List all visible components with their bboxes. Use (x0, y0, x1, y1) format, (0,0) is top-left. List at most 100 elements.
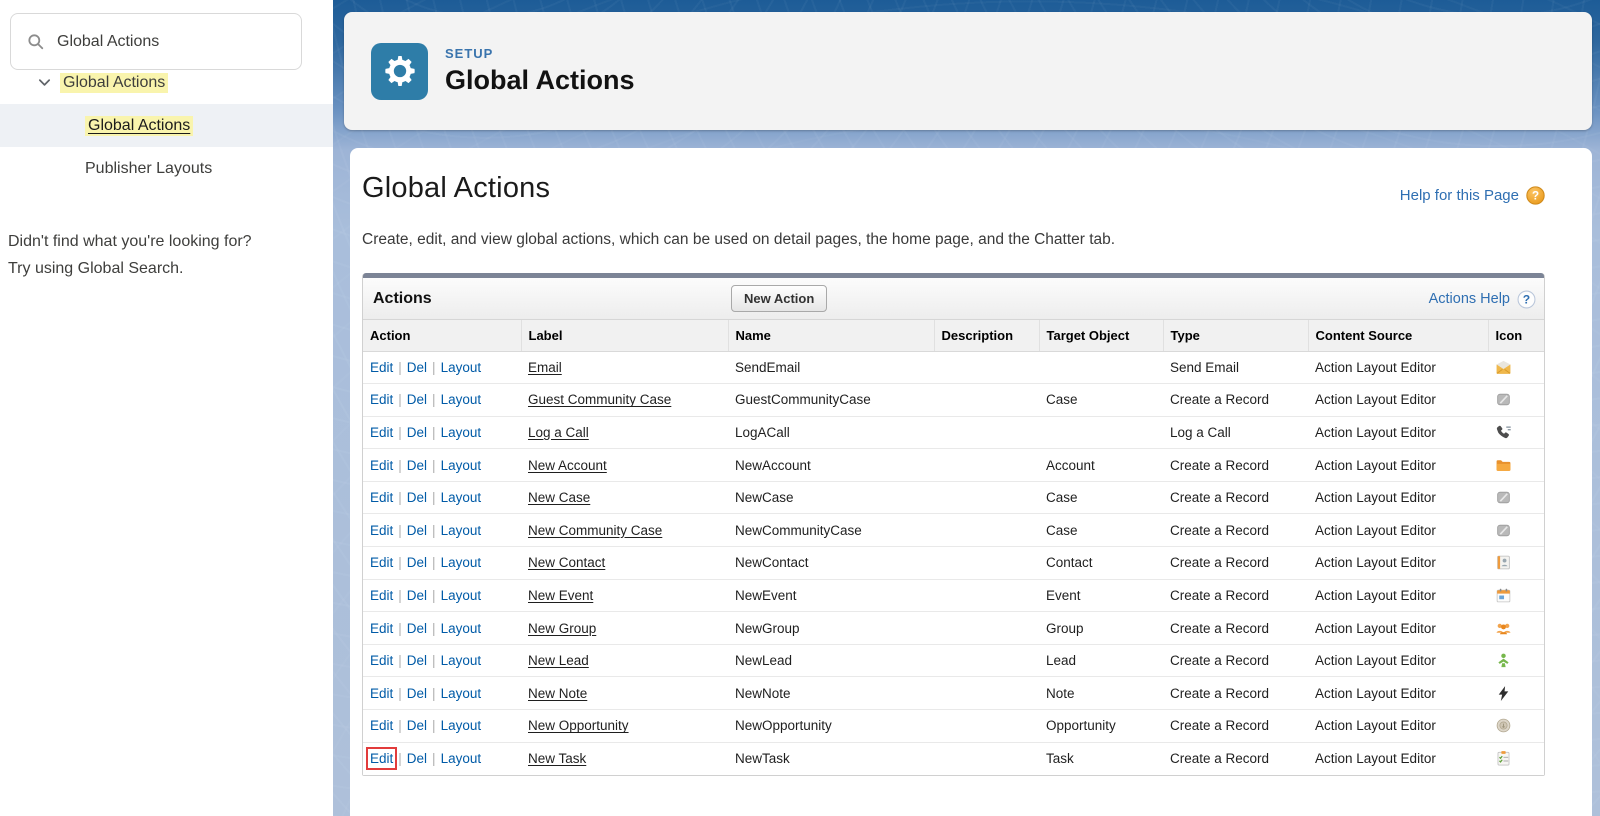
del-link[interactable]: Del (407, 555, 427, 570)
edit-link[interactable]: Edit (370, 686, 393, 701)
del-link[interactable]: Del (407, 718, 427, 733)
edit-link-highlighted[interactable]: Edit (365, 747, 398, 771)
tree-label-highlighted[interactable]: Global Actions (60, 72, 169, 93)
new-action-button[interactable]: New Action (731, 285, 828, 312)
link-separator: | (398, 392, 402, 408)
edit-link[interactable]: Edit (370, 392, 393, 407)
content-source-cell: Action Layout Editor (1308, 383, 1488, 417)
edit-link[interactable]: Edit (370, 621, 393, 636)
tree-label[interactable]: Publisher Layouts (85, 160, 212, 178)
help-for-this-page-link[interactable]: Help for this Page ? (1400, 186, 1545, 205)
search-icon (26, 32, 45, 51)
icon-cell (1488, 644, 1544, 678)
chevron-down-icon[interactable] (37, 75, 52, 90)
description-cell (934, 513, 1039, 548)
target-object-cell: Contact (1039, 546, 1163, 580)
search-input-value[interactable]: Global Actions (57, 33, 159, 51)
action-label-link[interactable]: Guest Community Case (528, 392, 671, 407)
edit-link[interactable]: Edit (370, 490, 393, 505)
label-cell: New Contact (521, 546, 728, 580)
icon-cell (1488, 579, 1544, 613)
del-link[interactable]: Del (407, 653, 427, 668)
link-separator: | (432, 522, 436, 538)
action-label-link[interactable]: New Task (528, 751, 586, 766)
del-link[interactable]: Del (407, 751, 427, 766)
layout-link[interactable]: Layout (441, 621, 482, 636)
action-label-link[interactable]: New Case (528, 490, 590, 505)
layout-link[interactable]: Layout (441, 458, 482, 473)
table-row: Edit | Del | Layout Email SendEmail Send Email A… (363, 351, 1544, 385)
del-link[interactable]: Del (407, 425, 427, 440)
action-label-link[interactable]: New Opportunity (528, 718, 629, 733)
label-cell: New Lead (521, 644, 728, 678)
email-icon (1495, 359, 1512, 376)
del-link[interactable]: Del (407, 490, 427, 505)
label-cell: New Account (521, 448, 728, 482)
actions-help-link[interactable]: Actions Help ? (1429, 278, 1536, 320)
edit-link[interactable]: Edit (370, 458, 393, 473)
action-label-link[interactable]: Email (528, 360, 562, 375)
tree-item-publisher-layouts[interactable]: Publisher Layouts (0, 147, 333, 190)
help-question-icon[interactable]: ? (1526, 186, 1545, 205)
table-row: Edit | Del | Layout New Case NewCase Case Create… (363, 481, 1544, 515)
column-header-icon: Icon (1488, 320, 1544, 352)
help-link-label[interactable]: Help for this Page (1400, 187, 1519, 204)
action-label-link[interactable]: New Community Case (528, 523, 662, 538)
tree-item-global-actions-selected[interactable]: Global Actions (0, 104, 333, 147)
del-link[interactable]: Del (407, 588, 427, 603)
name-cell: NewContact (728, 546, 934, 580)
layout-link[interactable]: Layout (441, 751, 482, 766)
footer-line-1: Didn't find what you're looking for? (8, 233, 252, 250)
edit-link[interactable]: Edit (370, 360, 393, 375)
action-label-link[interactable]: New Account (528, 458, 607, 473)
target-object-cell: Opportunity (1039, 709, 1163, 743)
name-cell: NewLead (728, 644, 934, 678)
icon-cell (1488, 351, 1544, 385)
del-link[interactable]: Del (407, 458, 427, 473)
column-header-description: Description (934, 320, 1040, 352)
table-row: Edit | Del | Layout New Event NewEvent Event Cre… (363, 579, 1544, 613)
layout-link[interactable]: Layout (441, 523, 482, 538)
action-label-link[interactable]: New Lead (528, 653, 589, 668)
edit-link[interactable]: Edit (370, 425, 393, 440)
content-source-cell: Action Layout Editor (1308, 448, 1488, 482)
label-cell: Email (521, 351, 728, 385)
edit-link[interactable]: Edit (370, 718, 393, 733)
del-link[interactable]: Del (407, 621, 427, 636)
content-source-cell: Action Layout Editor (1308, 611, 1488, 645)
content-source-cell: Action Layout Editor (1308, 351, 1488, 385)
action-label-link[interactable]: New Contact (528, 555, 605, 570)
action-label-link[interactable]: New Group (528, 621, 596, 636)
edit-link[interactable]: Edit (370, 588, 393, 603)
actions-table-header-row: Action Label Name Description Target Object T… (363, 320, 1544, 352)
del-link[interactable]: Del (407, 360, 427, 375)
action-label-link[interactable]: New Note (528, 686, 587, 701)
label-cell: New Opportunity (521, 709, 728, 743)
del-link[interactable]: Del (407, 686, 427, 701)
layout-link[interactable]: Layout (441, 360, 482, 375)
del-link[interactable]: Del (407, 392, 427, 407)
action-label-link[interactable]: Log a Call (528, 425, 589, 440)
layout-link[interactable]: Layout (441, 490, 482, 505)
actions-help-question-icon[interactable]: ? (1517, 290, 1536, 309)
edit-link[interactable]: Edit (370, 653, 393, 668)
actions-help-label[interactable]: Actions Help (1429, 291, 1510, 307)
layout-link[interactable]: Layout (441, 425, 482, 440)
layout-link[interactable]: Layout (441, 653, 482, 668)
icon-cell (1488, 546, 1544, 580)
layout-link[interactable]: Layout (441, 555, 482, 570)
quick-find-search[interactable]: Global Actions (10, 13, 302, 70)
table-row: Edit | Del | Layout New Task NewTask Task Create… (363, 742, 1544, 775)
action-label-link[interactable]: New Event (528, 588, 593, 603)
svg-text:?: ? (1532, 190, 1539, 203)
layout-link[interactable]: Layout (441, 392, 482, 407)
content-source-cell: Action Layout Editor (1308, 742, 1488, 775)
layout-link[interactable]: Layout (441, 686, 482, 701)
edit-link[interactable]: Edit (370, 555, 393, 570)
page-description: Create, edit, and view global actions, w… (362, 231, 1116, 248)
edit-link[interactable]: Edit (370, 523, 393, 538)
del-link[interactable]: Del (407, 523, 427, 538)
layout-link[interactable]: Layout (441, 718, 482, 733)
tree-label-selected[interactable]: Global Actions (85, 115, 194, 136)
layout-link[interactable]: Layout (441, 588, 482, 603)
